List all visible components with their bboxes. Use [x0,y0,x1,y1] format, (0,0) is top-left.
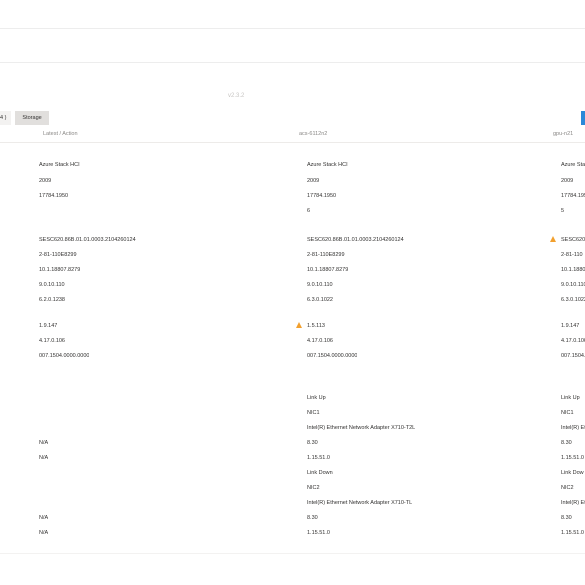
latest-fw3: 007.1504.0000.0000 [39,353,90,359]
node1-nic1-driver: 8.30 [307,440,318,446]
node1-nic2-status: Link Down [307,470,333,476]
node2-driver1: 10.1.1880 [561,267,585,273]
node1-nic1-model: Intel(R) Ethernet Network Adapter X710-T… [307,425,416,431]
node1-nic1-status: Link Up [307,395,326,401]
node2-nic1-driver: 8.30 [561,440,572,446]
node1-fw1: 1.5.113 [307,323,325,329]
tab-storage[interactable]: Storage [15,111,49,125]
header-divider [0,62,585,63]
warning-icon [296,322,302,328]
node1-bios: SESC620.86B.01.01.0003.2104260124 [307,237,404,243]
node2-nic1-model: Intel(R) Et [561,425,585,431]
node1-driver1: 10.1.18807.8279 [307,267,349,273]
latest-driver2: 9.0.10.110 [39,282,65,288]
node2-fw3: 007.1504. [561,353,585,359]
node2-bios: SESC620. [561,237,585,243]
node1-driver2: 9.0.10.110 [307,282,333,288]
warning-icon [550,236,556,242]
node2-nic1-status: Link Up [561,395,580,401]
node1-os-version: 2009 [307,178,320,184]
latest-nic2-driver: N/A [39,515,49,521]
node1-os: Azure Stack HCI [307,162,348,168]
node1-os-build: 17784.1950 [307,193,337,199]
node2-bmc: 2-81-110 [561,252,583,258]
top-divider [0,28,585,29]
node1-driver3: 6.3.0.1022 [307,297,333,303]
node2-nic2-driver: 8.30 [561,515,572,521]
node1-fw2: 4.17.0.106 [307,338,333,344]
node1-nic1-name: NIC1 [307,410,320,416]
table-bottom-divider [0,553,585,554]
latest-nic1-fw: N/A [39,455,49,461]
node1-nic1-fw: 1.15.51.0 [307,455,330,461]
node2-driver2: 9.0.10.110 [561,282,585,288]
node1-count: 6 [307,208,311,214]
header-row-divider [0,142,585,143]
latest-bmc: 2-81-110E8299 [39,252,77,258]
latest-os-version: 2009 [39,178,52,184]
node1-bmc: 2-81-110E8299 [307,252,345,258]
column-header-node1: acs-6112n2 [299,131,328,137]
node2-nic1-fw: 1.15.51.0 [561,455,584,461]
latest-os-build: 17784.1950 [39,193,69,199]
node2-nic2-name: NIC2 [561,485,574,491]
node2-nic2-fw: 1.15.51.0 [561,530,584,536]
node2-fw2: 4.17.0.106 [561,338,585,344]
latest-nic1-driver: N/A [39,440,49,446]
latest-bios: SESC620.86B.01.01.0003.2104260124 [39,237,136,243]
node1-nic2-model: Intel(R) Ethernet Network Adapter X710-T… [307,500,413,506]
tab-partial[interactable]: 4 ) [0,111,12,125]
latest-fw1: 1.9.147 [39,323,58,329]
node2-nic2-model: Intel(R) Et [561,500,585,506]
node2-os: Azure Sta [561,162,585,168]
latest-os: Azure Stack HCI [39,162,80,168]
node2-count: 5 [561,208,565,214]
node2-driver3: 6.3.0.1022 [561,297,585,303]
node1-nic2-fw: 1.15.51.0 [307,530,330,536]
node2-nic1-name: NIC1 [561,410,574,416]
latest-driver1: 10.1.18807.8279 [39,267,81,273]
node1-nic2-name: NIC2 [307,485,320,491]
node2-os-version: 2009 [561,178,574,184]
node2-nic2-status: Link Dow [561,470,584,476]
version-label: v2.3.2 [228,93,245,99]
column-header-latest: Latest / Action [43,131,78,137]
tab-bar: 4 ) Storage [0,111,49,125]
latest-driver3: 6.2.0.1238 [39,297,65,303]
node2-os-build: 17784.195 [561,193,585,199]
node2-fw1: 1.9.147 [561,323,580,329]
column-header-node2: gpu-n21 [553,131,574,137]
node1-nic2-driver: 8.30 [307,515,318,521]
node1-fw3: 007.1504.0000.0000 [307,353,358,359]
primary-action-button[interactable] [581,111,585,125]
latest-fw2: 4.17.0.106 [39,338,65,344]
latest-nic2-fw: N/A [39,530,49,536]
